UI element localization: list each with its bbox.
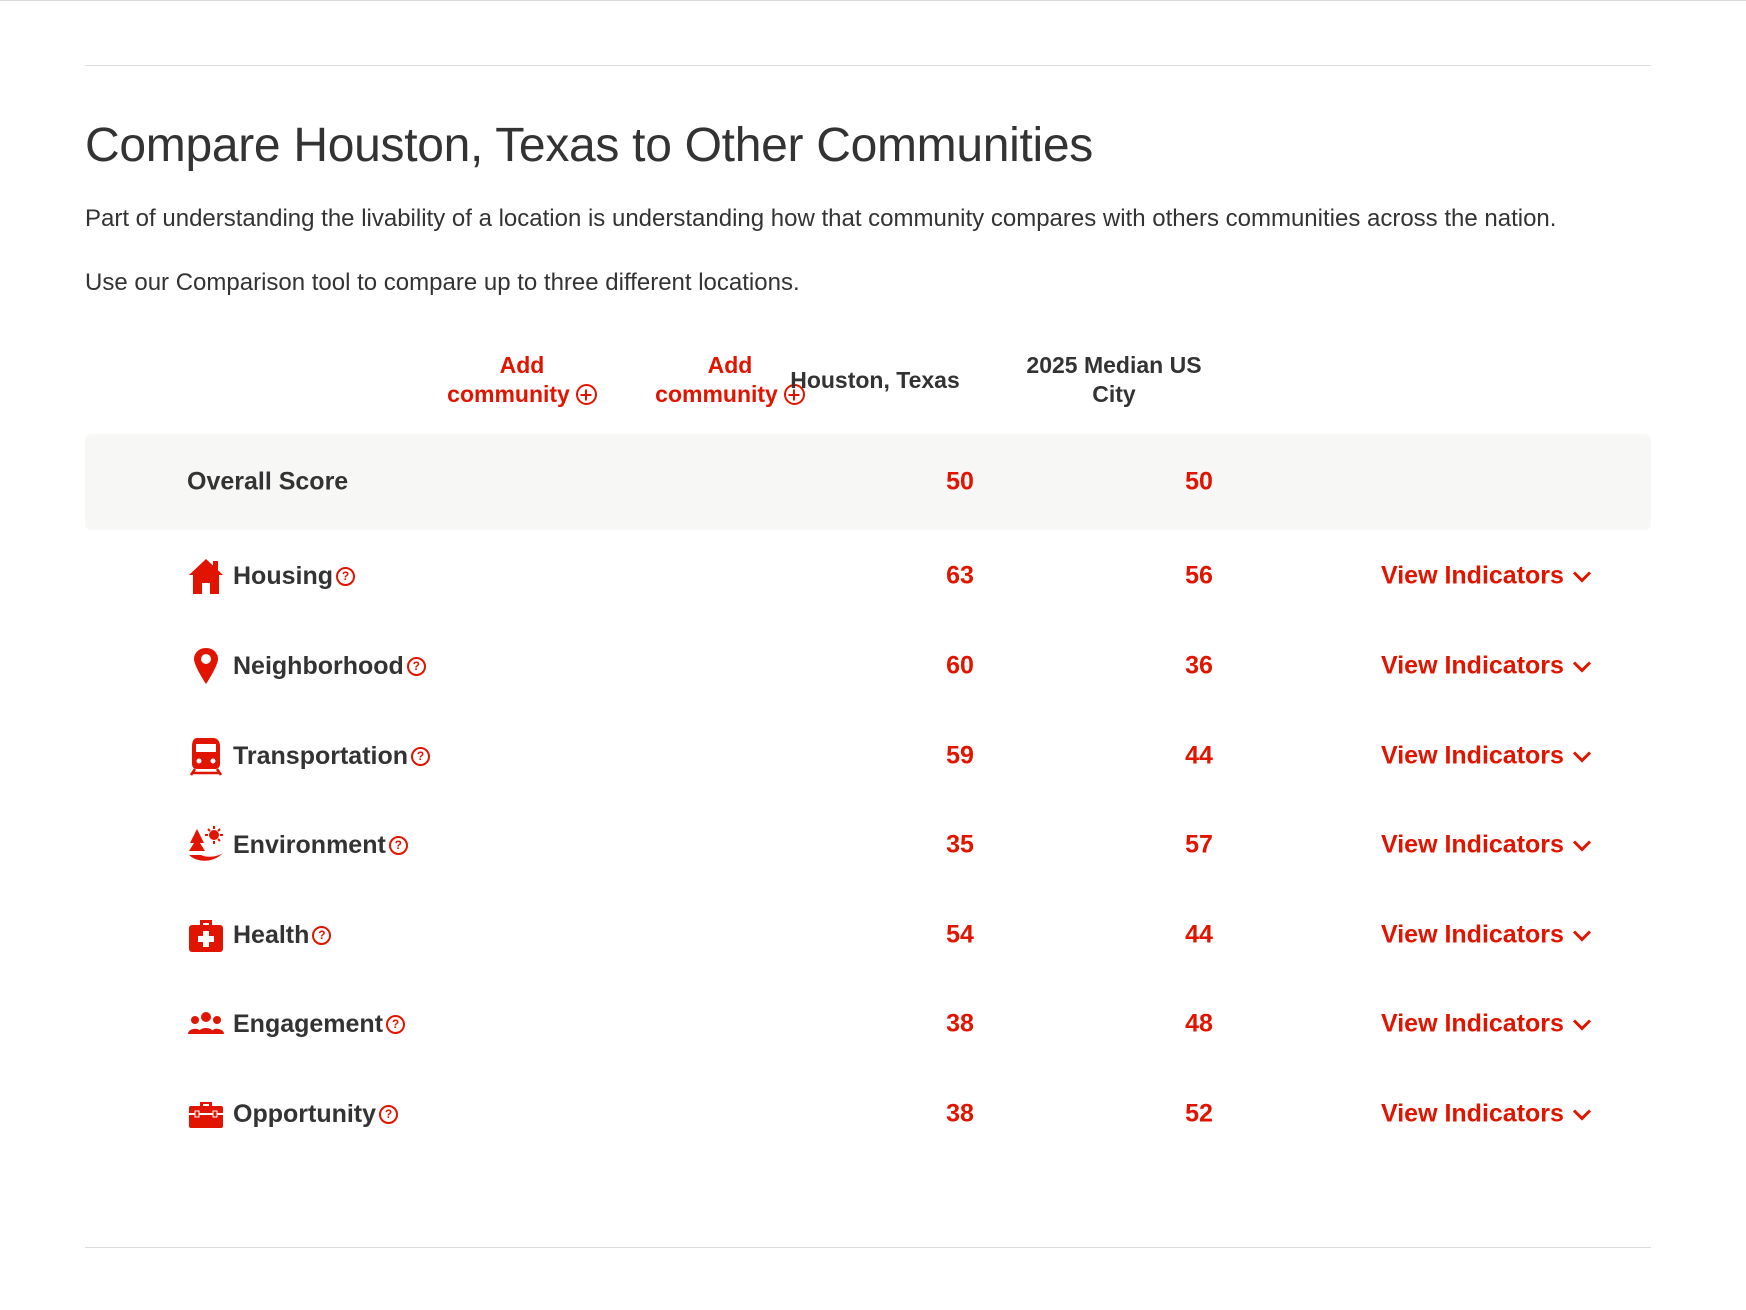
location-pin-icon xyxy=(187,646,225,686)
instruction-text: Use our Comparison tool to compare up to… xyxy=(85,269,800,296)
category-name: Health xyxy=(233,920,310,949)
bottom-divider xyxy=(85,1247,1651,1248)
category-row-housing: Housing ? 63 56 View Indicators xyxy=(85,546,1651,606)
help-icon[interactable]: ? xyxy=(336,566,355,586)
category-score-city: 35 xyxy=(946,830,974,859)
column-header-median: 2025 Median US City xyxy=(1004,351,1224,409)
view-indicators-button[interactable]: View Indicators xyxy=(1381,652,1592,681)
view-indicators-button[interactable]: View Indicators xyxy=(1381,1010,1592,1039)
view-indicators-button[interactable]: View Indicators xyxy=(1381,742,1592,771)
chevron-down-icon xyxy=(1572,1108,1591,1120)
chevron-down-icon xyxy=(1572,570,1591,582)
median-header-line2: City xyxy=(1092,381,1136,407)
add-community-button-1[interactable]: Add community xyxy=(432,351,612,409)
view-indicators-button[interactable]: View Indicators xyxy=(1381,831,1592,860)
view-indicators-label: View Indicators xyxy=(1381,920,1564,949)
overall-score-median: 50 xyxy=(1185,467,1213,496)
environment-icon xyxy=(187,825,225,865)
category-score-median: 57 xyxy=(1185,830,1213,859)
category-row-health: Health ? 54 44 View Indicators xyxy=(85,905,1651,965)
category-score-city: 59 xyxy=(946,741,974,770)
chevron-down-icon xyxy=(1572,839,1591,851)
view-indicators-button[interactable]: View Indicators xyxy=(1381,562,1592,591)
category-score-median: 52 xyxy=(1185,1099,1213,1128)
toolbox-icon xyxy=(187,1094,225,1134)
overall-score-label: Overall Score xyxy=(187,467,349,496)
category-score-city: 54 xyxy=(946,920,974,949)
help-icon[interactable]: ? xyxy=(388,835,408,855)
add-community-label-line1: Add xyxy=(499,352,545,378)
view-indicators-label: View Indicators xyxy=(1381,741,1564,770)
view-indicators-button[interactable]: View Indicators xyxy=(1381,1100,1592,1129)
category-score-city: 63 xyxy=(946,561,974,590)
category-name: Environment xyxy=(233,830,386,859)
category-name: Transportation xyxy=(233,741,409,770)
view-indicators-label: View Indicators xyxy=(1381,561,1564,590)
help-icon[interactable]: ? xyxy=(406,656,426,676)
page-title: Compare Houston, Texas to Other Communit… xyxy=(85,119,1093,172)
category-name: Opportunity xyxy=(233,1099,377,1128)
add-community-label-line2: community xyxy=(655,381,778,407)
column-header-city: Houston, Texas xyxy=(790,367,960,393)
view-indicators-label: View Indicators xyxy=(1381,830,1564,859)
category-name: Engagement xyxy=(233,1009,384,1038)
help-icon[interactable]: ? xyxy=(379,1104,399,1124)
category-row-opportunity: Opportunity ? 38 52 View Indicators xyxy=(85,1084,1651,1144)
category-row-environment: Environment ? 35 57 View Indicators xyxy=(85,815,1651,875)
view-indicators-label: View Indicators xyxy=(1381,1099,1564,1128)
people-group-icon xyxy=(187,1004,225,1044)
train-icon xyxy=(187,736,225,776)
chevron-down-icon xyxy=(1572,1018,1591,1030)
first-aid-kit-icon xyxy=(187,915,225,955)
view-indicators-label: View Indicators xyxy=(1381,651,1564,680)
plus-circle-icon xyxy=(575,384,597,405)
category-row-transportation: Transportation ? 59 44 View Indicators xyxy=(85,726,1651,786)
category-name: Housing xyxy=(233,561,333,590)
category-score-median: 44 xyxy=(1185,741,1213,770)
category-row-neighborhood: Neighborhood ? 60 36 View Indicators xyxy=(85,636,1651,696)
page: Compare Houston, Texas to Other Communit… xyxy=(0,0,1746,1310)
help-icon[interactable]: ? xyxy=(411,746,431,766)
category-score-median: 36 xyxy=(1185,651,1213,680)
overall-score-city: 50 xyxy=(946,467,974,496)
description-text: Part of understanding the livability of … xyxy=(85,205,1557,232)
category-score-city: 38 xyxy=(946,1099,974,1128)
category-name: Neighborhood xyxy=(233,651,404,680)
chevron-down-icon xyxy=(1572,929,1591,941)
top-border xyxy=(0,0,1746,1)
help-icon[interactable]: ? xyxy=(386,1014,406,1034)
category-score-median: 44 xyxy=(1185,920,1213,949)
overall-score-row: Overall Score 50 50 xyxy=(85,434,1651,530)
category-score-median: 56 xyxy=(1185,561,1213,590)
top-divider xyxy=(85,65,1651,66)
chevron-down-icon xyxy=(1572,660,1591,672)
add-community-label-line2: community xyxy=(447,381,570,407)
median-header-line1: 2025 Median US xyxy=(1026,352,1202,378)
view-indicators-button[interactable]: View Indicators xyxy=(1381,921,1592,950)
category-score-city: 38 xyxy=(946,1009,974,1038)
chevron-down-icon xyxy=(1572,750,1591,762)
category-row-engagement: Engagement ? 38 48 View Indicators xyxy=(85,994,1651,1054)
view-indicators-label: View Indicators xyxy=(1381,1009,1564,1038)
house-icon xyxy=(187,556,225,596)
category-score-city: 60 xyxy=(946,651,974,680)
category-score-median: 48 xyxy=(1185,1009,1213,1038)
help-icon[interactable]: ? xyxy=(312,925,332,945)
